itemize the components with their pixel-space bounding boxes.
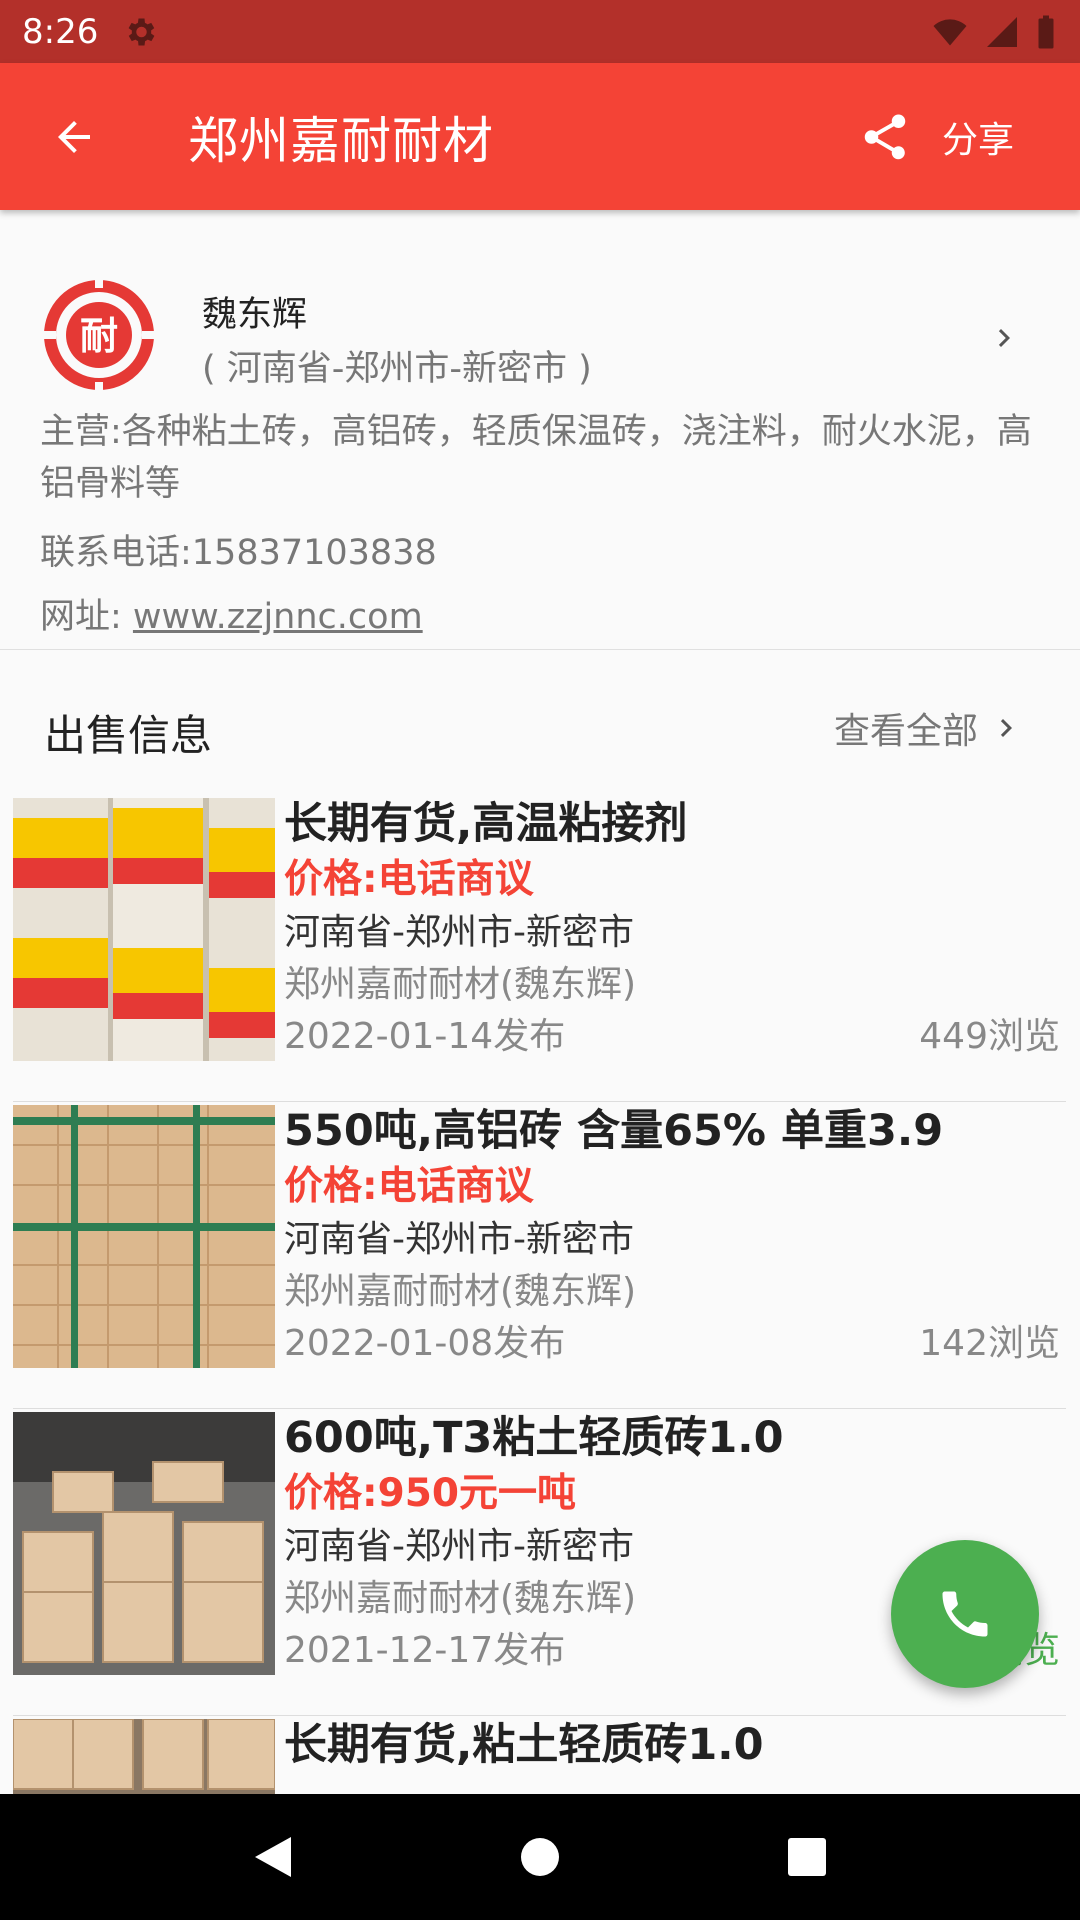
phone-number[interactable]: 联系电话:15837103838 [40,524,437,575]
product-image [13,798,275,1061]
chevron-right-icon [1000,719,1012,737]
status-time: 8:26 [22,11,99,52]
listing-price: 价格:950元一吨 [284,1471,577,1516]
product-image [13,1105,275,1368]
call-button[interactable] [891,1540,1039,1688]
listing-title: 600吨,T3粘土轻质砖1.0 [284,1413,784,1463]
page-title: 郑州嘉耐耐材 [188,111,494,170]
back-button[interactable] [0,63,148,210]
nav-home-icon [520,1838,559,1876]
listing-title: 长期有货,高温粘接剂 [284,799,688,849]
listing-price: 价格:电话商议 [284,1164,534,1209]
share-button[interactable]: 分享 [858,63,1080,210]
company-profile-row[interactable]: 耐 魏东辉 ( 河南省-郑州市-新密市 ) [0,240,1080,392]
listing-region: 河南省-郑州市-新密市 [284,912,634,953]
nav-back-button[interactable] [233,1817,313,1897]
listing-date: 2021-12-17发布 [284,1630,566,1671]
logo-text: 耐 [80,314,118,358]
listing-title: 550吨,高铝砖 含量65% 单重3.9 [284,1106,944,1156]
list-item[interactable]: 长期有货,高温粘接剂 价格:电话商议 河南省-郑州市-新密市 郑州嘉耐耐材(魏东… [0,795,1080,1102]
section-title: 出售信息 [44,711,213,760]
listing-region: 河南省-郑州市-新密市 [284,1219,634,1260]
signal-icon [987,16,1017,47]
app-bar: 郑州嘉耐耐材 分享 [0,63,1080,210]
listing-meta: 2022-01-08发布 142浏览 [284,1318,1060,1370]
system-nav-bar [0,1794,1080,1920]
view-all-label: 查看全部 [833,711,978,752]
battery-icon [1038,15,1054,48]
listing-meta: 2022-01-14发布 449浏览 [284,1011,1060,1063]
listing-seller: 郑州嘉耐耐材(魏东辉) [284,1271,637,1312]
listing-views: 449浏览 [919,1016,1060,1057]
listing-info: 长期有货,高温粘接剂 价格:电话商议 河南省-郑州市-新密市 郑州嘉耐耐材(魏东… [284,795,1060,1063]
nav-recents-icon [787,1838,826,1876]
chevron-right-icon [998,329,1010,347]
website-label: 网址: [40,597,133,637]
listing-title: 长期有货,粘土轻质砖1.0 [284,1720,764,1770]
main-business: 主营:各种粘土砖，高铝砖，轻质保温砖，浇注料，耐火水泥，高铝骨料等 [40,412,1032,504]
website-link[interactable]: www.zzjnnc.com [133,597,423,637]
company-card: 耐 魏东辉 ( 河南省-郑州市-新密市 ) 主营:各种粘土砖，高铝砖，轻质保温砖… [0,210,1080,650]
share-icon [864,114,906,159]
listing-date: 2022-01-08发布 [284,1323,566,1364]
list-item[interactable]: 550吨,高铝砖 含量65% 单重3.9 价格:电话商议 河南省-郑州市-新密市… [0,1102,1080,1409]
listing-seller: 郑州嘉耐耐材(魏东辉) [284,964,637,1005]
back-arrow-icon [58,120,90,153]
listing-views: 142浏览 [919,1323,1060,1364]
product-image [13,1412,275,1675]
contact-region: ( 河南省-郑州市-新密市 ) [202,349,592,389]
listing-info: 550吨,高铝砖 含量65% 单重3.9 价格:电话商议 河南省-郑州市-新密市… [284,1102,1060,1370]
listing-info: 长期有货,粘土轻质砖1.0 [284,1716,1060,1774]
contact-name: 魏东辉 [202,295,308,335]
status-bar: 8:26 [0,0,1080,63]
phone-icon [942,1591,988,1637]
nav-back-icon [255,1837,292,1877]
wifi-icon [933,18,967,45]
nav-recents-button[interactable] [767,1817,847,1897]
share-label: 分享 [941,119,1014,161]
settings-icon [128,18,155,45]
view-all-button[interactable]: 查看全部 [834,702,1024,754]
nav-home-button[interactable] [500,1817,580,1897]
list-item[interactable]: 长期有货,粘土轻质砖1.0 [0,1716,1080,1794]
sale-section-header: 出售信息 查看全部 [0,690,1080,765]
company-logo: 耐 [42,278,156,392]
listing-date: 2022-01-14发布 [284,1016,566,1057]
listing-price: 价格:电话商议 [284,857,534,902]
product-image [13,1719,275,1794]
website: 网址: www.zzjnnc.com [40,588,423,639]
